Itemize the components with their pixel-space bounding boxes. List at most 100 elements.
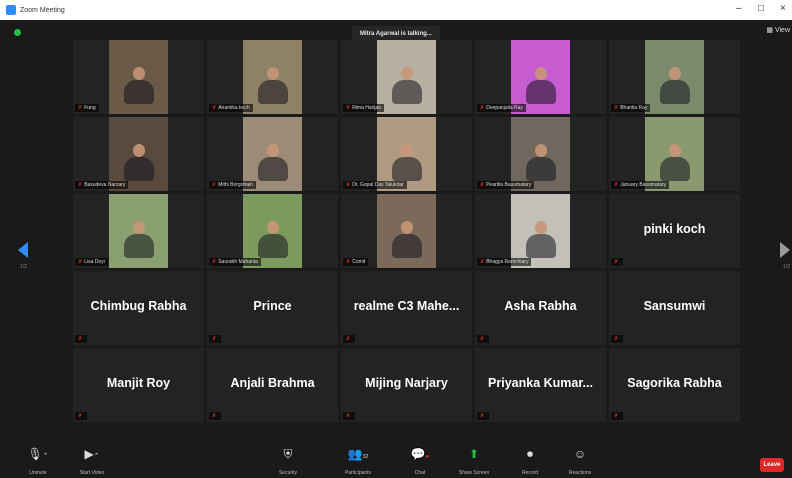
title-bar: Zoom Meeting – □ × xyxy=(0,0,792,20)
participant-label-text: Deepanjalia Ray xyxy=(486,105,523,111)
person-body-shape xyxy=(659,157,690,181)
start-video-button[interactable]: ▶⌃ Start Video xyxy=(70,444,114,476)
participant-name-label: ✗ Pearlita Basumatary xyxy=(477,181,535,189)
person-head-shape xyxy=(400,67,413,80)
muted-mic-icon: ✗ xyxy=(346,182,351,188)
participant-label-text: January Basumatary xyxy=(620,182,667,188)
participant-display-name: Asha Rabha xyxy=(504,299,577,313)
encryption-shield-icon[interactable] xyxy=(14,29,21,36)
participant-tile[interactable]: Sagorika Rabha ✗ xyxy=(609,348,740,422)
muted-mic-icon: ✗ xyxy=(614,259,619,265)
next-page-arrow-icon[interactable] xyxy=(780,242,790,258)
person-body-shape xyxy=(257,80,288,104)
participant-tile[interactable]: Chimbug Rabha ✗ xyxy=(73,271,204,345)
view-label: View xyxy=(774,27,790,34)
participant-tile[interactable]: ✗ Bhanita Ray xyxy=(609,40,740,114)
participant-label-text: Dr. Gopal Das Talukdar xyxy=(352,182,404,188)
previous-page-arrow-icon[interactable] xyxy=(18,242,28,258)
participant-tile[interactable]: ✗ Pearlita Basumatary xyxy=(475,117,606,191)
view-button[interactable]: ▦ View xyxy=(766,26,790,34)
participant-tile[interactable]: ✗ Saurabh Mahanta xyxy=(207,194,338,268)
participant-tile[interactable]: Mijing Narjary ✗ xyxy=(341,348,472,422)
participant-video xyxy=(511,194,570,268)
leave-button[interactable]: Leave xyxy=(760,458,784,472)
participant-tile[interactable]: ✗ Deepanjalia Ray xyxy=(475,40,606,114)
start-video-label: Start Video xyxy=(79,470,105,476)
unmute-button[interactable]: 🎙⌃ Unmute xyxy=(16,444,60,476)
participant-video xyxy=(243,40,302,114)
muted-mic-icon: ✗ xyxy=(480,413,485,419)
participant-tile[interactable]: Priyanka Kumar... ✗ xyxy=(475,348,606,422)
minimize-button[interactable]: – xyxy=(736,3,742,14)
participant-tile[interactable]: ✗ Mithi Borgohain xyxy=(207,117,338,191)
participants-count: 32 xyxy=(362,454,369,460)
page-indicator-right: 1/2 xyxy=(783,264,790,270)
participant-display-name: Chimbug Rabha xyxy=(90,299,187,313)
participant-name-label: ✗ Bhagya Ramchiary xyxy=(477,258,532,266)
video-camera-off-icon: ▶⌃ xyxy=(84,447,100,461)
participant-name-label: ✗ Basudeva Narzary xyxy=(75,181,129,189)
smiley-plus-icon: ☺ xyxy=(573,447,587,461)
participant-display-name: Mijing Narjary xyxy=(365,376,448,390)
person-head-shape xyxy=(400,144,413,157)
muted-mic-icon: ✗ xyxy=(78,336,83,342)
security-button[interactable]: ⛨ Security xyxy=(266,444,310,476)
muted-mic-icon: ✗ xyxy=(346,413,351,419)
person-body-shape xyxy=(123,157,154,181)
reactions-label: Reactions xyxy=(568,470,592,476)
participant-video xyxy=(377,40,436,114)
participant-tile[interactable]: Prince ✗ xyxy=(207,271,338,345)
participant-tile[interactable]: Manjit Roy ✗ xyxy=(73,348,204,422)
participant-video xyxy=(109,117,168,191)
muted-mic-icon: ✗ xyxy=(78,413,83,419)
person-body-shape xyxy=(391,234,422,258)
participant-name-label: ✗ Saurabh Mahanta xyxy=(209,258,261,266)
participant-tile[interactable]: ✗ Basudeva Narzary xyxy=(73,117,204,191)
participant-tile[interactable]: ✗ Dr. Gopal Das Talukdar xyxy=(341,117,472,191)
participant-tile[interactable]: Anjali Brahma ✗ xyxy=(207,348,338,422)
participant-tile[interactable]: ✗ Lisa Deyi xyxy=(73,194,204,268)
close-button[interactable]: × xyxy=(780,3,786,14)
participant-tile[interactable]: pinki koch ✗ xyxy=(609,194,740,268)
muted-mic-icon: ✗ xyxy=(480,336,485,342)
participant-label-text: Rima Harijan xyxy=(352,105,382,111)
participant-name-label: ✗ xyxy=(611,258,624,266)
chat-button[interactable]: 💬● Chat xyxy=(398,444,442,476)
record-button[interactable]: ⏺ Record xyxy=(508,444,552,476)
page-indicator-left: 1/2 xyxy=(20,264,27,270)
participant-tile[interactable]: ✗ Fung xyxy=(73,40,204,114)
person-body-shape xyxy=(525,80,556,104)
reactions-button[interactable]: ☺ Reactions xyxy=(558,444,602,476)
participant-tile[interactable]: Sansumwi ✗ xyxy=(609,271,740,345)
participant-name-label: ✗ Deepanjalia Ray xyxy=(477,104,526,112)
participant-tile[interactable]: Asha Rabha ✗ xyxy=(475,271,606,345)
participants-button[interactable]: 👥32 Participants xyxy=(336,444,380,476)
person-head-shape xyxy=(534,144,547,157)
participant-name-label: ✗ Bhanita Ray xyxy=(611,104,651,112)
participant-label-text: Basudeva Narzary xyxy=(84,182,126,188)
grid-view-icon: ▦ xyxy=(766,27,773,34)
person-body-shape xyxy=(123,234,154,258)
participant-tile[interactable]: realme C3 Mahe... ✗ xyxy=(341,271,472,345)
person-head-shape xyxy=(534,221,547,234)
participant-tile[interactable]: ✗ January Basumatary xyxy=(609,117,740,191)
participants-label: Participants xyxy=(344,470,372,476)
person-head-shape xyxy=(668,144,681,157)
participant-label-text: Lisa Deyi xyxy=(84,259,105,265)
participant-tile[interactable]: ✗ Bhagya Ramchiary xyxy=(475,194,606,268)
participant-display-name: realme C3 Mahe... xyxy=(353,299,460,313)
muted-mic-icon: ✗ xyxy=(212,182,217,188)
muted-mic-icon: ✗ xyxy=(614,182,619,188)
participant-tile[interactable]: ✗ Rima Harijan xyxy=(341,40,472,114)
participant-tile[interactable]: ✗ Comit xyxy=(341,194,472,268)
participant-video xyxy=(377,117,436,191)
participant-label-text: Fung xyxy=(84,105,96,111)
muted-mic-icon: ✗ xyxy=(480,105,485,111)
participant-display-name: pinki koch xyxy=(643,222,706,236)
participant-label-text: Saurabh Mahanta xyxy=(218,259,258,265)
participant-name-label: ✗ xyxy=(75,412,88,420)
maximize-button[interactable]: □ xyxy=(758,3,764,14)
share-screen-button[interactable]: ⬆ Share Screen xyxy=(452,444,496,476)
participant-tile[interactable]: ✗ Anamika koch xyxy=(207,40,338,114)
participant-name-label: ✗ xyxy=(477,412,490,420)
